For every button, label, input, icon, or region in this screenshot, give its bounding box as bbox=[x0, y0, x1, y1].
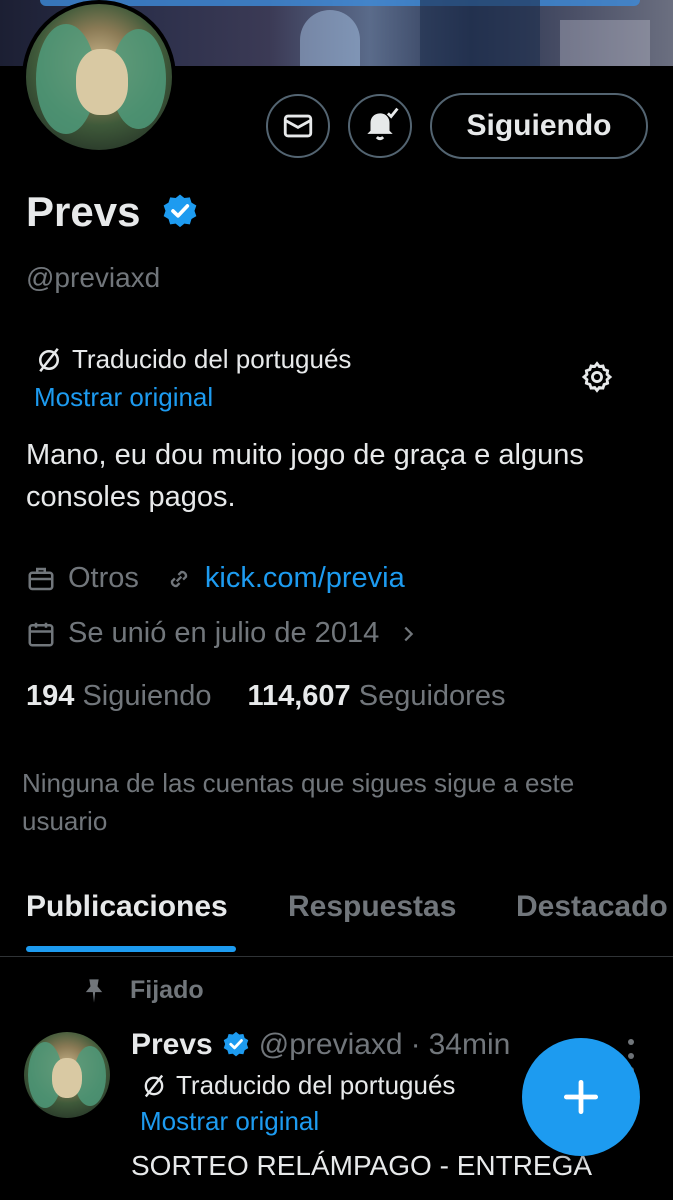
tab-highlights[interactable]: Destacado bbox=[516, 890, 668, 924]
banner-decoration bbox=[300, 10, 360, 66]
post-translation-text: Traducido del portugués bbox=[176, 1070, 456, 1100]
gear-icon[interactable] bbox=[580, 360, 614, 394]
bell-check-icon bbox=[367, 107, 399, 141]
pinned-text: Fijado bbox=[130, 976, 204, 1004]
pinned-label: Fijado bbox=[80, 976, 204, 1005]
post-handle[interactable]: @previaxd bbox=[259, 1028, 403, 1062]
post-author[interactable]: Prevs bbox=[131, 1028, 213, 1062]
post-show-original-link[interactable]: Mostrar original bbox=[140, 1106, 319, 1137]
notifications-button[interactable] bbox=[348, 94, 412, 158]
post-header: Prevs @previaxd · 34min bbox=[131, 1028, 510, 1062]
verified-badge-icon bbox=[223, 1031, 248, 1057]
profile-link[interactable]: kick.com/previa bbox=[205, 562, 405, 595]
chevron-right-icon bbox=[404, 626, 414, 641]
profile-meta-row: Otros kick.com/previa bbox=[26, 562, 405, 595]
show-original-link[interactable]: Mostrar original bbox=[34, 382, 213, 413]
plus-icon bbox=[563, 1079, 599, 1115]
joined-date: Se unió en julio de 2014 bbox=[68, 617, 380, 649]
post-time[interactable]: 34min bbox=[429, 1028, 511, 1062]
profile-name: Prevs bbox=[26, 188, 141, 235]
profile-avatar[interactable] bbox=[22, 0, 176, 154]
profile-handle: @previaxd bbox=[26, 262, 161, 293]
pin-icon bbox=[85, 978, 103, 1003]
post-separator: · bbox=[410, 1028, 421, 1061]
following-button[interactable]: Siguiendo bbox=[430, 93, 648, 159]
avatar-detail bbox=[52, 1058, 82, 1098]
verified-badge-icon bbox=[163, 194, 197, 228]
banner-decoration bbox=[40, 0, 640, 6]
calendar-icon bbox=[28, 622, 54, 646]
followers-stat[interactable]: 114,607 Seguidores bbox=[247, 680, 505, 713]
avatar-detail bbox=[76, 49, 128, 115]
briefcase-icon bbox=[28, 567, 54, 590]
banner-decoration bbox=[420, 0, 540, 66]
joined-row[interactable]: Se unió en julio de 2014 bbox=[26, 617, 431, 650]
mail-icon bbox=[283, 114, 313, 138]
post-translation-label: Traducido del portugués bbox=[140, 1070, 455, 1101]
link-icon bbox=[170, 570, 188, 587]
profile-bio: Mano, eu dou muito jogo de graça e algun… bbox=[26, 439, 584, 513]
profile-category: Otros bbox=[68, 562, 139, 594]
profile-tabs: Publicaciones Respuestas Destacado bbox=[0, 880, 673, 957]
following-stat[interactable]: 194 Siguiendo bbox=[26, 680, 211, 713]
tab-replies[interactable]: Respuestas bbox=[288, 890, 456, 924]
message-button[interactable] bbox=[266, 94, 330, 158]
post-avatar[interactable] bbox=[24, 1032, 110, 1118]
active-tab-indicator bbox=[26, 946, 236, 952]
translation-text: Traducido del portugués bbox=[72, 344, 352, 374]
translate-slash-icon bbox=[144, 1074, 164, 1097]
mutual-followers-note: Ninguna de las cuentas que sigues sigue … bbox=[22, 768, 575, 836]
tab-posts[interactable]: Publicaciones bbox=[26, 890, 228, 924]
banner-decoration bbox=[560, 20, 650, 66]
post-text: SORTEO RELÁMPAGO - ENTREGA bbox=[131, 1150, 593, 1181]
compose-button[interactable] bbox=[522, 1038, 640, 1156]
translate-slash-icon bbox=[39, 347, 59, 372]
follow-stats: 194 Siguiendo 114,607 Seguidores bbox=[26, 680, 505, 713]
translation-label: Traducido del portugués bbox=[34, 344, 351, 375]
